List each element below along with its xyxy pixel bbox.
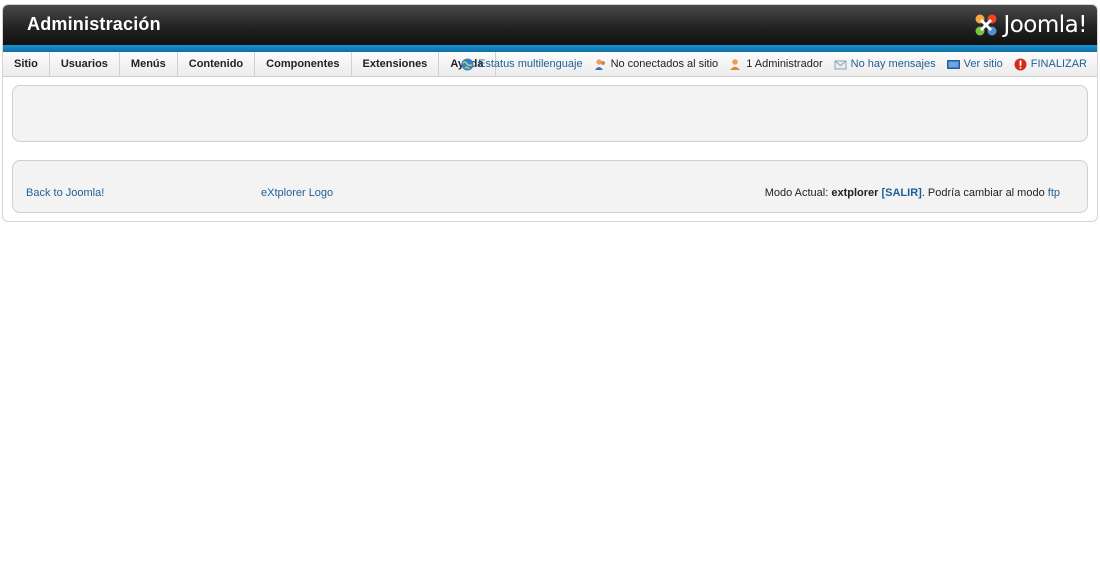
accent-bar bbox=[3, 45, 1097, 52]
users-icon bbox=[594, 58, 607, 71]
salir-link[interactable]: [SALIR] bbox=[881, 187, 921, 199]
back-to-joomla-link[interactable]: Back to Joomla! bbox=[26, 187, 104, 199]
admin-window: Administración Joomla! Sitio Usuarios Me… bbox=[2, 4, 1098, 222]
mail-icon bbox=[834, 58, 847, 71]
menu-item-sitio[interactable]: Sitio bbox=[3, 52, 50, 76]
joomla-logo-text: Joomla! bbox=[1003, 12, 1087, 38]
menu-item-usuarios[interactable]: Usuarios bbox=[50, 52, 120, 76]
admin-user-icon bbox=[729, 58, 742, 71]
power-icon bbox=[1014, 58, 1027, 71]
page-title: Administración bbox=[27, 14, 161, 34]
messages-link[interactable]: No hay mensajes bbox=[834, 58, 936, 71]
footer-panel: Back to Joomla! eXtplorer Logo Modo Actu… bbox=[12, 160, 1088, 213]
menu-item-menus[interactable]: Menús bbox=[120, 52, 178, 76]
status-bar: Estatus multilenguaje No conectados al s… bbox=[450, 52, 1087, 76]
joomla-logo[interactable]: Joomla! bbox=[973, 11, 1087, 39]
not-connected-status: No conectados al sitio bbox=[594, 58, 718, 71]
globe-icon bbox=[461, 58, 474, 71]
ftp-mode-link[interactable]: ftp bbox=[1048, 187, 1060, 199]
menu-item-extensiones[interactable]: Extensiones bbox=[352, 52, 440, 76]
logout-link[interactable]: FINALIZAR bbox=[1014, 58, 1087, 71]
mode-value: extplorer bbox=[831, 187, 879, 199]
admins-status: 1 Administrador bbox=[729, 58, 823, 71]
menu-bar: Sitio Usuarios Menús Contenido Component… bbox=[3, 52, 1097, 77]
menu-item-componentes[interactable]: Componentes bbox=[255, 52, 352, 76]
mode-status: Modo Actual: extplorer [SALIR]. Podría c… bbox=[764, 187, 1060, 199]
main-menu: Sitio Usuarios Menús Contenido Component… bbox=[3, 52, 496, 76]
multilang-status-link[interactable]: Estatus multilenguaje bbox=[461, 58, 583, 71]
view-site-link[interactable]: Ver sitio bbox=[946, 58, 1003, 71]
admin-header: Administración Joomla! bbox=[3, 5, 1097, 45]
content-panel bbox=[12, 85, 1088, 142]
joomla-logo-icon bbox=[973, 12, 999, 38]
monitor-icon bbox=[946, 58, 960, 71]
extplorer-logo-link[interactable]: eXtplorer Logo bbox=[261, 187, 333, 199]
menu-item-contenido[interactable]: Contenido bbox=[178, 52, 256, 76]
